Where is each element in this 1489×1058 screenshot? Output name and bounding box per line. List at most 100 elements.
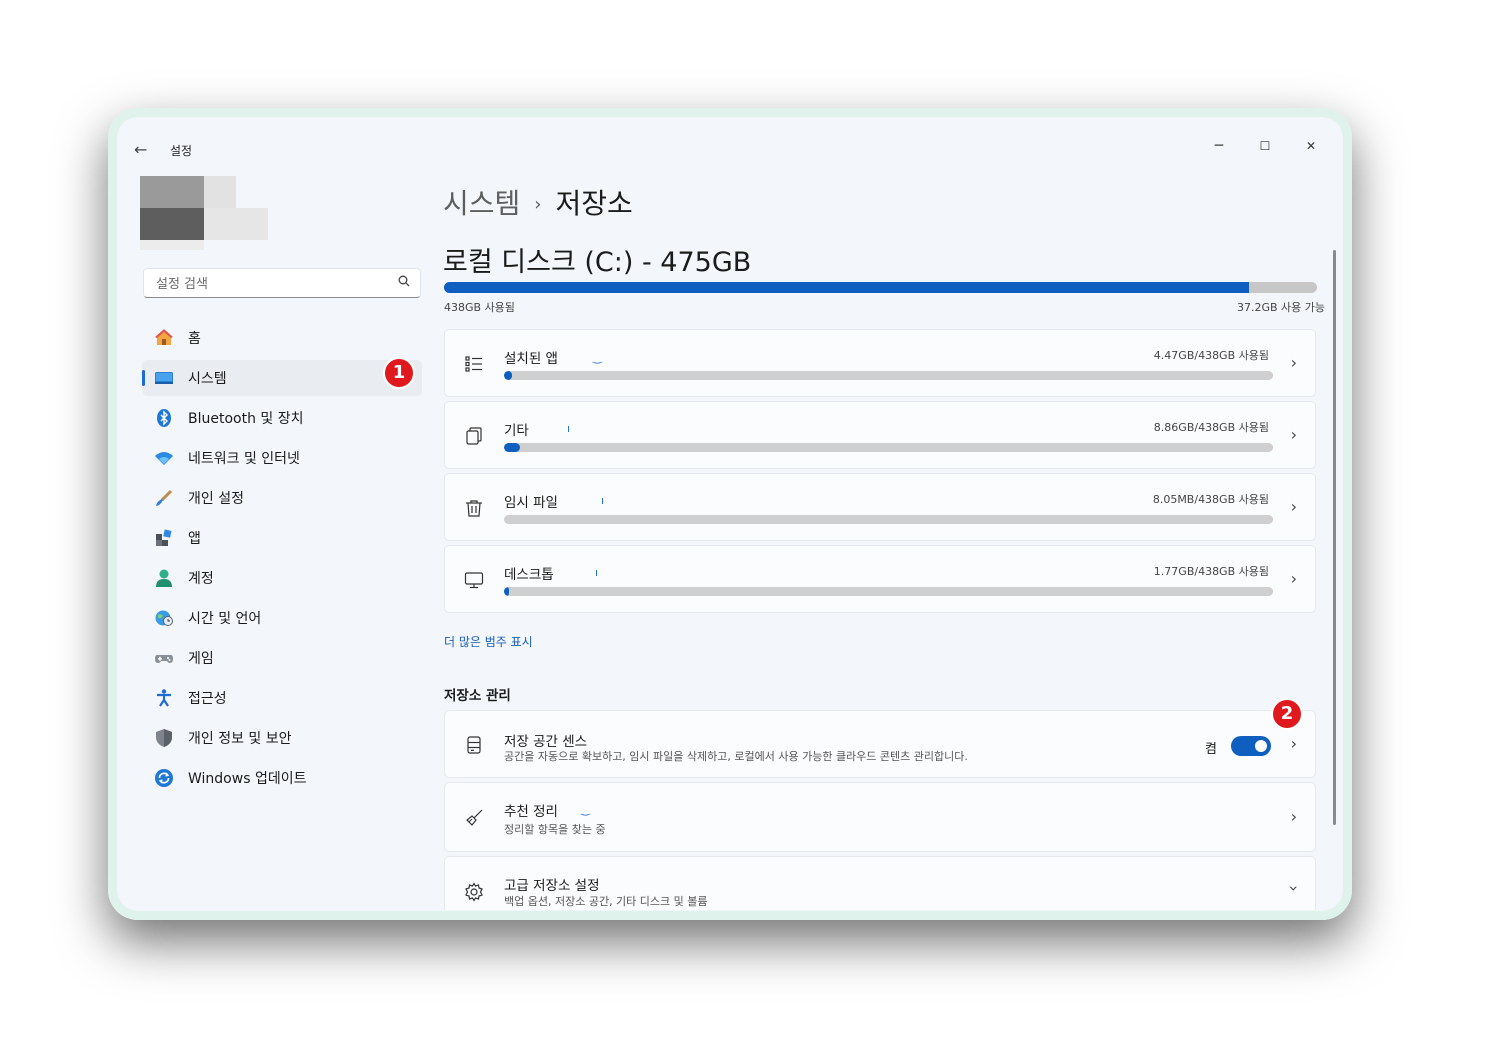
row-subtitle: 공간을 자동으로 확보하고, 임시 파일을 삭제하고, 로컬에서 사용 가능한 … [504,750,968,763]
bluetooth-icon [154,408,174,428]
accessibility-icon [154,688,174,708]
sidebar-item-label: 앱 [188,531,201,547]
category-title: 설치된 앱 [504,351,558,367]
chevron-right-icon: › [1290,569,1297,588]
row-title: 추천 정리 [504,804,558,820]
sidebar-item-label: 개인 정보 및 보안 [188,731,292,747]
category-size: 4.47GB/438GB 사용됨 [1153,349,1269,362]
annotation-badge-1: 1 [383,357,415,389]
scrollbar[interactable] [1333,250,1336,825]
category-bar-fill [504,443,520,452]
storage-sense-toggle[interactable] [1231,736,1271,756]
category-bar [504,515,1273,524]
row-title: 저장 공간 센스 [504,734,588,750]
sidebar-item-personalization[interactable]: 개인 설정 [142,480,422,516]
sidebar-nav: 홈 시스템 Bluetooth 및 장치 네트워크 및 인터넷 개인 설정 앱 … [142,320,422,800]
maximize-button[interactable]: ☐ [1250,136,1280,156]
disk-used-label: 438GB 사용됨 [444,301,515,314]
sidebar-item-accessibility[interactable]: 접근성 [142,680,422,716]
category-title: 임시 파일 [504,495,558,511]
sidebar-item-label: 계정 [188,571,214,587]
broom-icon [463,807,485,829]
category-bar [504,443,1273,452]
shield-icon [154,728,174,748]
update-icon [154,768,174,788]
sidebar-item-home[interactable]: 홈 [142,320,422,356]
category-bar [504,587,1273,596]
system-display-icon [154,368,174,388]
loading-spinner-icon: ı [595,566,599,579]
loading-spinner-icon: ‿ [581,803,590,816]
arrow-left-icon[interactable]: ← [134,140,154,160]
chevron-right-icon: › [1290,497,1297,516]
row-subtitle: 백업 옵션, 저장소 공간, 기타 디스크 및 볼륨 [504,895,708,908]
annotation-badge-2: 2 [1271,698,1303,730]
home-icon [154,328,174,348]
storage-sense-row[interactable]: 저장 공간 센스 공간을 자동으로 확보하고, 임시 파일을 삭제하고, 로컬에… [444,710,1316,778]
chevron-right-icon: › [1290,425,1297,444]
sidebar-item-windows-update[interactable]: Windows 업데이트 [142,760,422,796]
paintbrush-icon [154,488,174,508]
toggle-label: 켬 [1205,742,1217,757]
category-bar-fill [504,587,509,596]
sidebar-item-label: 시간 및 언어 [188,611,262,627]
search-box[interactable] [143,268,421,298]
globe-clock-icon [154,608,174,628]
sidebar-item-time-language[interactable]: 시간 및 언어 [142,600,422,636]
avatar[interactable] [140,176,268,250]
category-bar-fill [504,371,512,380]
sidebar-item-label: 시스템 [188,371,227,387]
sidebar-item-label: 홈 [188,331,201,347]
category-bar [504,371,1273,380]
storage-drive-icon [463,734,485,756]
category-title: 기타 [504,423,529,439]
sidebar-item-label: Bluetooth 및 장치 [188,411,304,427]
list-icon [463,353,485,375]
breadcrumb-parent[interactable]: 시스템 [443,187,520,220]
window-content: ← 설정 ─ ☐ ✕ 홈 시스템 [118,118,1342,910]
category-desktop[interactable]: 데스크톱 ı 1.77GB/438GB 사용됨 › [444,545,1316,613]
disk-free-label: 37.2GB 사용 가능 [1236,301,1325,314]
category-other[interactable]: 기타 ı 8.86GB/438GB 사용됨 › [444,401,1316,469]
disk-usage-bar [444,282,1317,293]
documents-icon [463,425,485,447]
sidebar-item-label: Windows 업데이트 [188,771,307,787]
chevron-right-icon: › [1290,807,1297,826]
category-size: 8.86GB/438GB 사용됨 [1153,421,1269,434]
page-title: 저장소 [555,187,633,220]
show-more-categories-link[interactable]: 더 많은 범주 표시 [444,633,533,650]
gear-icon [463,881,485,903]
breadcrumb-separator: › [534,194,542,215]
monitor-icon [463,569,485,591]
sidebar-item-label: 접근성 [188,691,227,707]
settings-window: ← 설정 ─ ☐ ✕ 홈 시스템 [108,108,1352,920]
breadcrumb: 시스템 › 저장소 [443,182,633,222]
category-size: 1.77GB/438GB 사용됨 [1153,565,1269,578]
category-installed-apps[interactable]: 설치된 앱 ‿ 4.47GB/438GB 사용됨 › [444,329,1316,397]
gamepad-icon [154,648,174,668]
loading-spinner-icon: ‿ [593,351,602,364]
advanced-storage-settings-row[interactable]: 고급 저장소 설정 백업 옵션, 저장소 공간, 기타 디스크 및 볼륨 › [444,856,1316,910]
search-input[interactable] [154,274,388,294]
sidebar-item-system[interactable]: 시스템 [142,360,422,396]
category-size: 8.05MB/438GB 사용됨 [1152,493,1269,506]
section-title: 저장소 관리 [444,688,511,704]
category-temp-files[interactable]: 임시 파일 ı 8.05MB/438GB 사용됨 › [444,473,1316,541]
sidebar-item-network[interactable]: 네트워크 및 인터넷 [142,440,422,476]
cleanup-recommendations-row[interactable]: 추천 정리 ‿ 정리할 항목을 찾는 중 › [444,782,1316,852]
close-button[interactable]: ✕ [1296,136,1326,156]
sidebar-item-gaming[interactable]: 게임 [142,640,422,676]
disk-title: 로컬 디스크 (C:) - 475GB [443,247,752,278]
sidebar-item-accounts[interactable]: 계정 [142,560,422,596]
apps-icon [154,528,174,548]
search-icon [398,275,410,290]
sidebar-item-privacy[interactable]: 개인 정보 및 보안 [142,720,422,756]
sidebar-item-label: 네트워크 및 인터넷 [188,451,300,467]
sidebar-item-apps[interactable]: 앱 [142,520,422,556]
sidebar-item-bluetooth[interactable]: Bluetooth 및 장치 [142,400,422,436]
sidebar-item-label: 개인 설정 [188,491,244,507]
trash-icon [463,497,485,519]
minimize-button[interactable]: ─ [1204,136,1234,156]
wifi-icon [154,448,174,468]
chevron-right-icon: › [1290,734,1297,753]
